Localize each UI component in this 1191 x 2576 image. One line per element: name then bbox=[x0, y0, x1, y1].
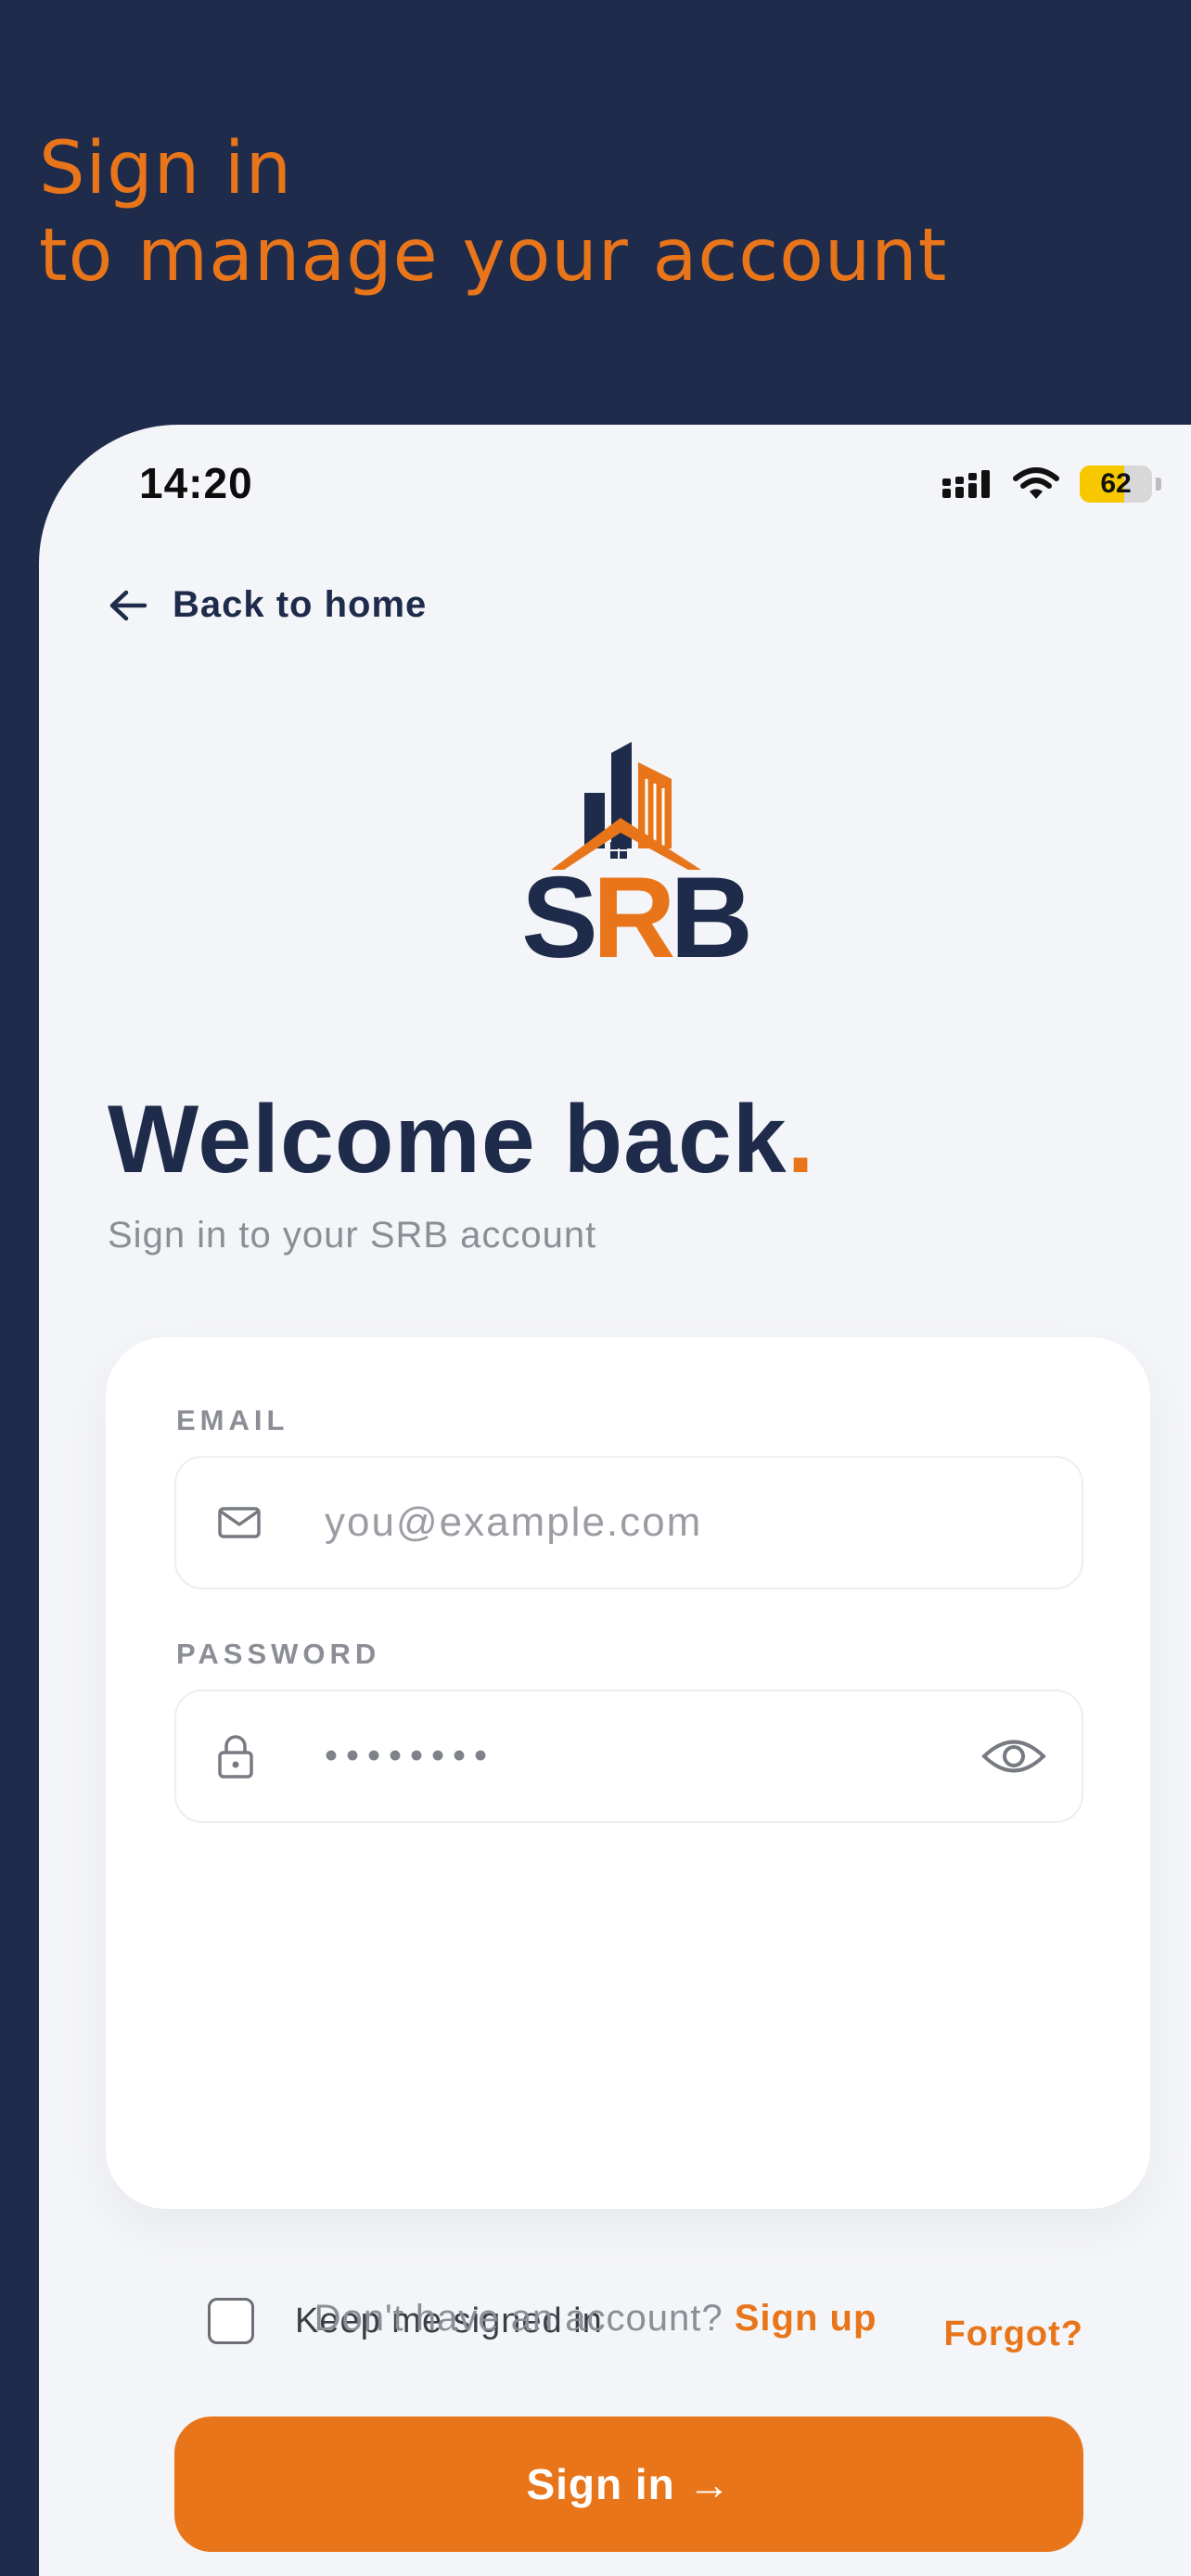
signal-icon bbox=[942, 470, 990, 498]
lock-icon bbox=[218, 1735, 253, 1779]
welcome-title-text: Welcome back bbox=[108, 1086, 788, 1193]
sign-in-button[interactable]: Sign in → bbox=[174, 2417, 1083, 2552]
hero-line-1: Sign in bbox=[39, 127, 293, 210]
password-field[interactable]: •••••••• bbox=[174, 1690, 1083, 1823]
sign-up-link[interactable]: Sign up bbox=[735, 2298, 877, 2339]
battery-percent: 62 bbox=[1100, 468, 1132, 499]
signup-prompt: Don't have an account? Sign up bbox=[39, 2298, 1191, 2340]
welcome-title-dot: . bbox=[787, 1086, 815, 1193]
welcome-title: Welcome back. bbox=[108, 1085, 815, 1195]
phone-screen: 14:20 62 Back to home SRB Welcome back. … bbox=[39, 425, 1191, 2576]
status-indicators: 62 bbox=[942, 465, 1161, 503]
welcome-subtitle: Sign in to your SRB account bbox=[108, 1215, 597, 1256]
email-label: EMAIL bbox=[176, 1404, 289, 1436]
arrow-left-icon bbox=[109, 590, 147, 620]
wifi-icon bbox=[1013, 467, 1059, 499]
back-to-home-link[interactable]: Back to home bbox=[108, 584, 427, 626]
password-value: •••••••• bbox=[325, 1735, 496, 1777]
email-field[interactable]: you@example.com bbox=[174, 1456, 1083, 1589]
battery-cap bbox=[1156, 478, 1161, 491]
logo-lettering: SRB bbox=[521, 854, 748, 963]
email-placeholder: you@example.com bbox=[325, 1499, 703, 1545]
hero-headline: Sign in to manage your account bbox=[39, 125, 1152, 300]
back-to-home-label: Back to home bbox=[173, 584, 428, 625]
signup-prompt-text: Don't have an account? bbox=[314, 2298, 735, 2339]
password-label: PASSWORD bbox=[176, 1638, 381, 1670]
status-time: 14:20 bbox=[139, 459, 253, 507]
battery-icon: 62 bbox=[1080, 465, 1152, 503]
status-bar: 14:20 62 bbox=[39, 425, 1191, 545]
sign-in-card: EMAIL you@example.com PASSWORD •••••••• bbox=[106, 1337, 1150, 2552]
mail-icon bbox=[218, 1507, 261, 1538]
hero-line-2: to manage your account bbox=[39, 214, 948, 298]
srb-logo: SRB bbox=[521, 742, 753, 963]
eye-icon[interactable] bbox=[981, 1735, 1046, 1778]
